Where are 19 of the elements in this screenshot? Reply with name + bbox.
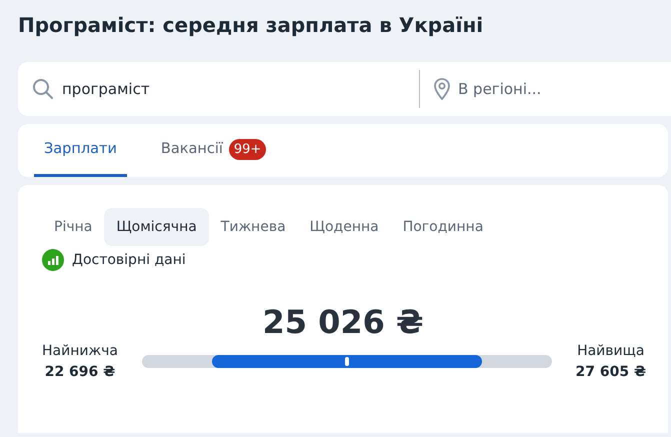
tab[interactable]: Вакансії 99+ [150,124,276,177]
max-salary: 27 605 ₴ [576,364,646,380]
average-salary: 25 026 ₴ [261,303,425,341]
reliability-label: Достовірні дані [72,252,186,268]
search-field[interactable]: програміст [62,80,242,98]
tab[interactable]: Зарплати [34,124,127,177]
search-icon [32,78,54,100]
period-tab[interactable]: Тижнева [208,208,298,246]
page-title: Програміст: середня зарплата в Україні [18,12,484,39]
max-label: Найвища [577,343,644,359]
period-tab[interactable]: Річна [42,208,104,246]
period-tab[interactable]: Щоденна [298,208,391,246]
min-salary: 22 696 ₴ [44,364,116,380]
count-badge: 99+ [228,138,266,160]
region-field[interactable]: В регіоні... [458,80,638,98]
min-label: Найнижча [42,343,118,359]
period-tab[interactable]: Щомісячна [104,208,209,246]
period-tab[interactable]: Погодинна [390,208,496,246]
location-pin-icon [434,78,450,100]
